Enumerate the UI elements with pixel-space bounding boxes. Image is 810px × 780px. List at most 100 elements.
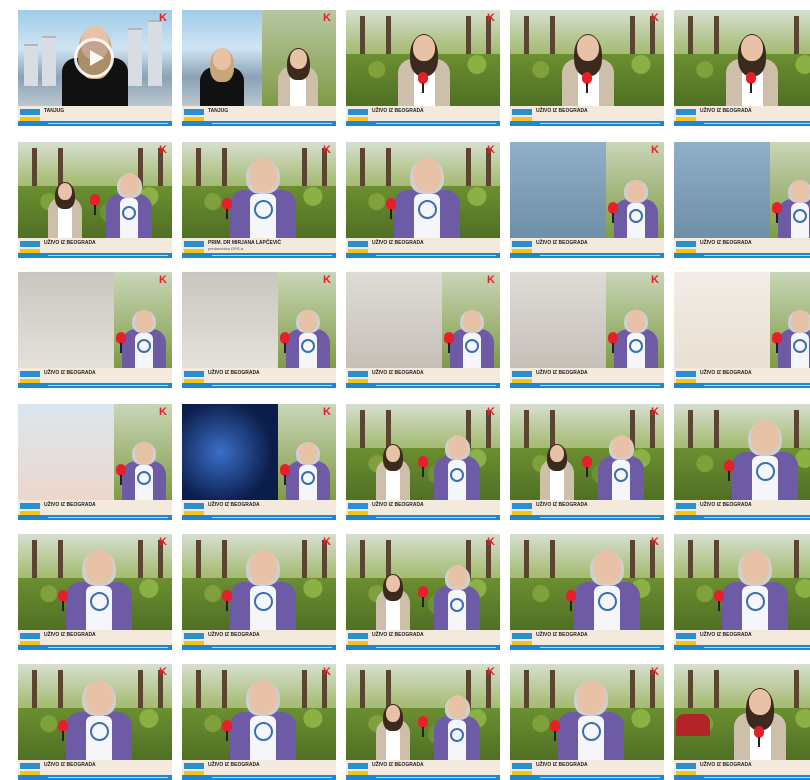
channel-logo-icon: K [487, 536, 495, 548]
shirt-logo-icon [137, 471, 151, 485]
video-thumbnail[interactable]: KUŽIVO IZ BEOGRADA [674, 10, 810, 126]
news-crawl [674, 121, 810, 126]
video-thumbnail[interactable]: KUŽIVO IZ BEOGRADA [674, 664, 810, 780]
ticker-tag [20, 503, 40, 509]
lower-third: UŽIVO IZ BEOGRADA [510, 500, 664, 520]
inset-image [510, 142, 606, 238]
shirt-logo-icon [793, 209, 807, 223]
microphone-icon [566, 590, 576, 611]
video-thumbnail[interactable]: KUŽIVO IZ BEOGRADA [18, 664, 172, 780]
lower-third: UŽIVO IZ BEOGRADA [182, 368, 336, 388]
guest-figure [574, 542, 640, 630]
video-thumbnail[interactable]: KUŽIVO IZ BEOGRADA [674, 404, 810, 520]
video-thumbnail[interactable]: KUŽIVO IZ BEOGRADA [346, 142, 500, 258]
video-thumbnail[interactable]: KUŽIVO IZ BEOGRADA [674, 272, 810, 388]
video-thumbnail[interactable]: KUŽIVO IZ BEOGRADA [510, 534, 664, 650]
shirt-logo-icon [254, 592, 273, 611]
news-crawl [674, 645, 810, 650]
microphone-icon [222, 590, 232, 611]
video-thumbnail[interactable]: KUŽIVO IZ BEOGRADA [18, 142, 172, 258]
ticker-tag [348, 763, 368, 769]
guest-figure [66, 672, 132, 760]
video-thumbnail[interactable]: K TANJUG [18, 10, 172, 126]
thumbnail-headline: UŽIVO IZ BEOGRADA [372, 502, 424, 508]
video-thumbnail[interactable]: KUŽIVO IZ BEOGRADA [182, 404, 336, 520]
channel-logo-icon: K [323, 12, 331, 24]
lower-third: UŽIVO IZ BEOGRADA [510, 630, 664, 650]
video-thumbnail[interactable]: K TANJUG [182, 10, 336, 126]
thumbnail-frame [510, 664, 664, 760]
channel-logo-icon: K [323, 406, 331, 418]
microphone-icon [418, 72, 428, 93]
ticker-tag [184, 503, 204, 509]
video-thumbnail[interactable]: KUŽIVO IZ BEOGRADA [510, 664, 664, 780]
video-thumbnail[interactable]: KUŽIVO IZ BEOGRADA [18, 404, 172, 520]
video-thumbnail[interactable]: KUŽIVO IZ BEOGRADA [346, 272, 500, 388]
ticker-tag [20, 633, 40, 639]
thumbnail-frame [18, 534, 172, 630]
ticker-tag [348, 633, 368, 639]
lower-third: UŽIVO IZ BEOGRADA [674, 106, 810, 126]
microphone-icon [418, 586, 428, 607]
thumbnail-headline: UŽIVO IZ BEOGRADA [44, 762, 96, 768]
news-crawl [18, 515, 172, 520]
thumbnail-frame [182, 534, 336, 630]
video-thumbnail[interactable]: K UŽIVO IZ BEOGRADA [346, 534, 500, 650]
thumbnail-frame [674, 534, 810, 630]
thumbnail-frame [182, 142, 336, 238]
lower-third: UŽIVO IZ BEOGRADA [18, 630, 172, 650]
lower-third: UŽIVO IZ BEOGRADA [674, 500, 810, 520]
news-crawl [510, 383, 664, 388]
video-thumbnail[interactable]: KUŽIVO IZ BEOGRADA [510, 404, 664, 520]
video-thumbnail[interactable]: KUŽIVO IZ BEOGRADA [346, 10, 500, 126]
video-thumbnail[interactable]: K PRIM. DR MIRJANA LAPČEVIĆ predsednica OR… [182, 142, 336, 258]
guest-figure [230, 542, 296, 630]
thumbnail-headline: UŽIVO IZ BEOGRADA [700, 762, 752, 768]
thumbnail-headline: UŽIVO IZ BEOGRADA [536, 632, 588, 638]
channel-logo-icon: K [159, 274, 167, 286]
thumbnail-frame [510, 404, 664, 500]
guest-figure [122, 298, 166, 368]
ticker-tag [676, 109, 696, 115]
lower-third: UŽIVO IZ BEOGRADA [18, 500, 172, 520]
channel-logo-icon: K [323, 666, 331, 678]
video-thumbnail[interactable]: K UŽIVO IZ BEOGRADA [182, 272, 336, 388]
thumbnail-headline: UŽIVO IZ BEOGRADA [372, 632, 424, 638]
microphone-icon [714, 590, 724, 611]
play-icon[interactable] [74, 38, 114, 78]
video-thumbnail[interactable]: KUŽIVO IZ BEOGRADA [674, 534, 810, 650]
video-thumbnail[interactable]: KUŽIVO IZ BEOGRADA [18, 534, 172, 650]
news-crawl [510, 253, 664, 258]
guest-figure [778, 168, 810, 238]
thumbnail-frame [674, 404, 810, 500]
shirt-logo-icon [137, 339, 151, 353]
microphone-icon [550, 720, 560, 741]
channel-logo-icon: K [651, 12, 659, 24]
video-thumbnail[interactable]: KUŽIVO IZ BEOGRADA [182, 664, 336, 780]
inset-image [182, 272, 278, 368]
channel-logo-icon: K [487, 666, 495, 678]
video-thumbnail[interactable]: KUŽIVO IZ BEOGRADA [510, 142, 664, 258]
lower-third: PRIM. DR MIRJANA LAPČEVIĆ predsednica ORS… [182, 238, 336, 258]
inset-image [18, 272, 114, 368]
thumbnail-frame [346, 664, 500, 760]
thumbnail-frame [18, 142, 172, 238]
lower-third: TANJUG [18, 106, 172, 126]
lower-third: UŽIVO IZ BEOGRADA [346, 238, 500, 258]
video-thumbnail[interactable]: KUŽIVO IZ BEOGRADA [346, 664, 500, 780]
ticker-tag [512, 633, 532, 639]
video-thumbnail[interactable]: KUŽIVO IZ BEOGRADA [510, 272, 664, 388]
video-thumbnail[interactable]: KUŽIVO IZ BEOGRADA [182, 534, 336, 650]
news-crawl [674, 515, 810, 520]
news-crawl [674, 253, 810, 258]
video-thumbnail[interactable]: KUŽIVO IZ BEOGRADA [510, 10, 664, 126]
video-thumbnail[interactable]: KUŽIVO IZ BEOGRADA [18, 272, 172, 388]
video-thumbnail[interactable]: KUŽIVO IZ BEOGRADA [346, 404, 500, 520]
thumbnail-headline: UŽIVO IZ BEOGRADA [372, 108, 424, 114]
shirt-logo-icon [756, 462, 775, 481]
guest-figure [614, 298, 658, 368]
microphone-icon [608, 332, 618, 353]
channel-logo-icon: K [323, 274, 331, 286]
video-thumbnail[interactable]: KUŽIVO IZ BEOGRADA [674, 142, 810, 258]
guest-figure [778, 298, 810, 368]
